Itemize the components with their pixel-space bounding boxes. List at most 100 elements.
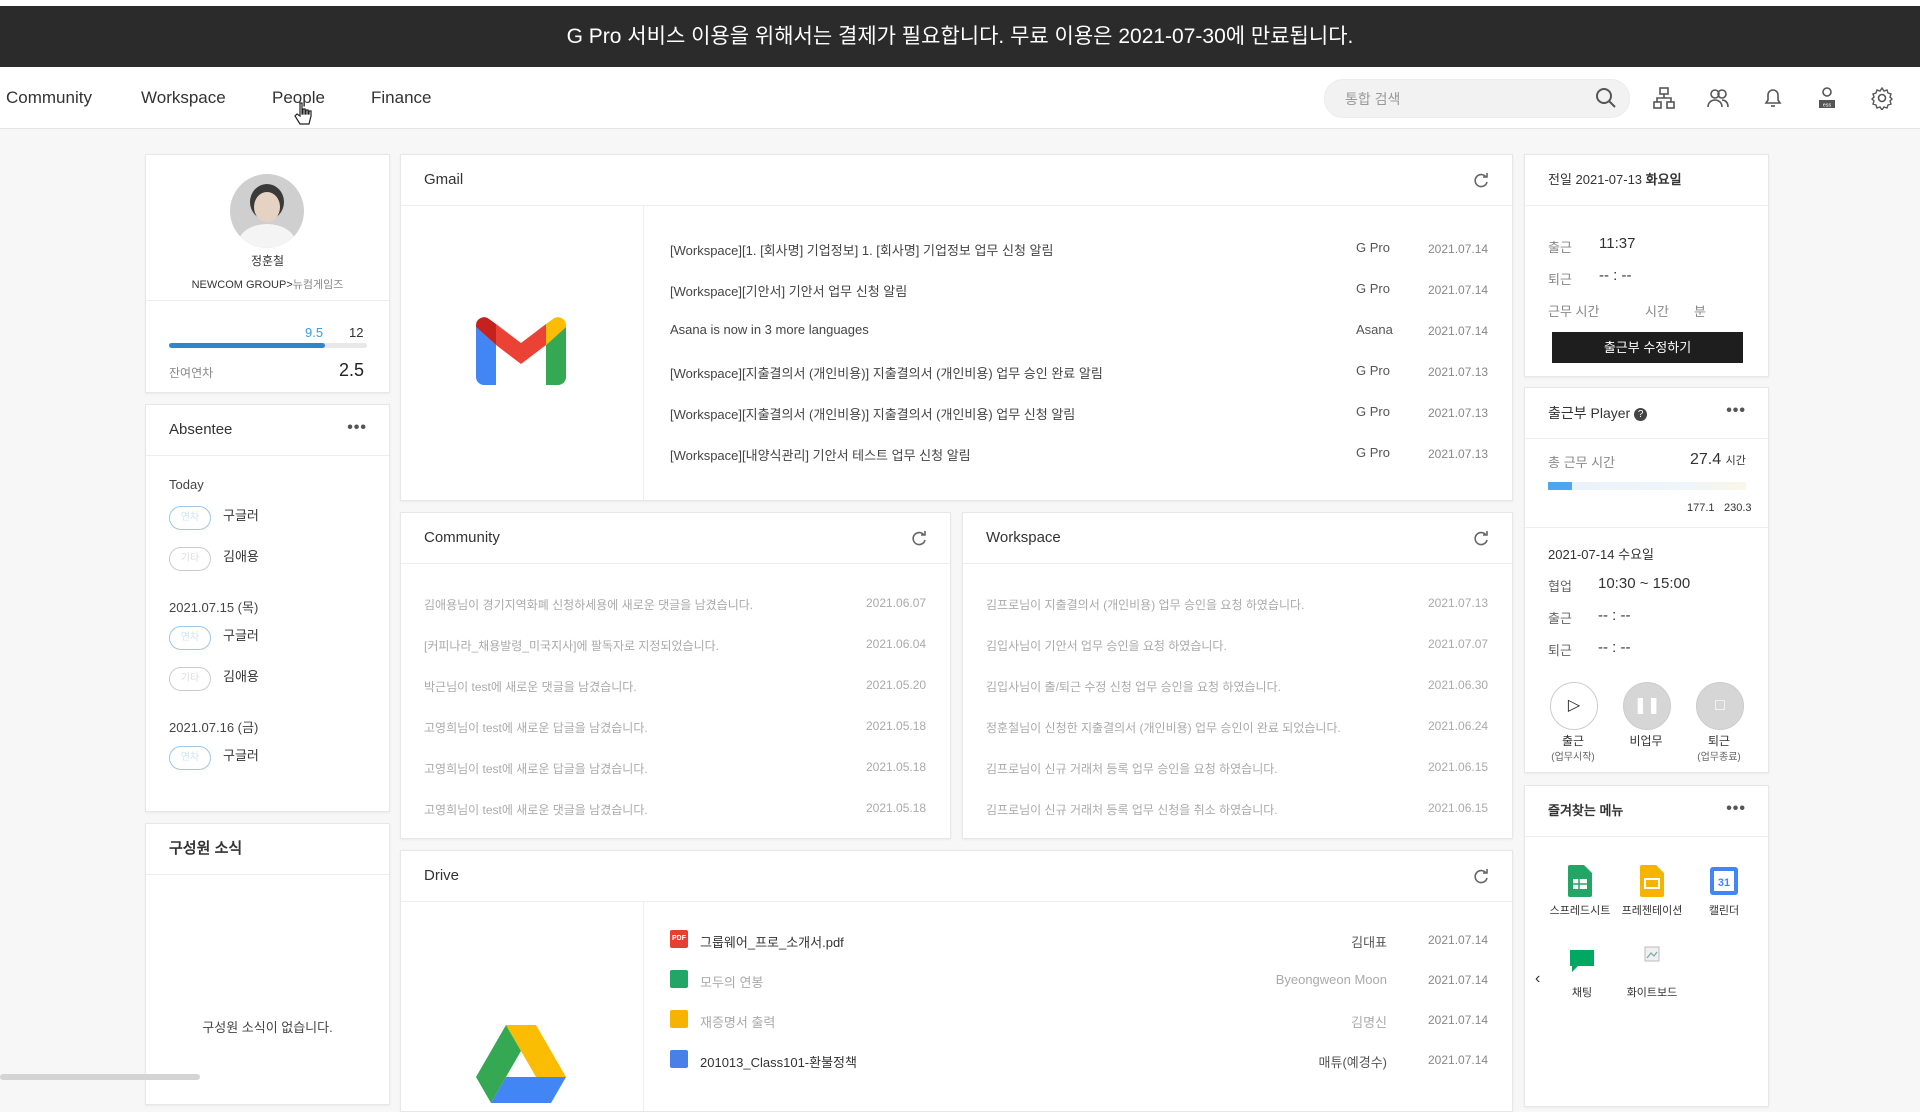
absentee-date-label: 2021.07.15 (목) (169, 600, 259, 615)
edit-attendance-button[interactable]: 출근부 수정하기 (1552, 332, 1743, 363)
total-work-value: 27.4 (1690, 451, 1722, 468)
drive-card: Drive PDF 그룹웨어_프로_소개서.pdf 김대표 2021.07.14 모두의… (400, 850, 1513, 1112)
fav-chat[interactable]: 채팅 (1547, 986, 1617, 1000)
feed-date: 2021.06.07 (866, 596, 927, 610)
mail-subject[interactable]: [Workspace][지출결의서 (개인비용)] 지출결의서 (개인비용) 업… (670, 363, 1103, 382)
calendar-app-icon[interactable]: 31 (1710, 867, 1738, 895)
feed-item[interactable]: 고영희님이 test에 새로운 답글을 남겼습니다. (424, 719, 648, 736)
absentee-date-label: Today (169, 477, 204, 492)
workspace-title: Workspace (986, 529, 1061, 546)
org-main: NEWCOM GROUP> (191, 279, 293, 291)
refresh-icon[interactable] (1472, 171, 1490, 189)
absentee-entry[interactable]: 기타 김애용 (169, 544, 259, 571)
mail-date: 2021.07.13 (1428, 406, 1489, 420)
feed-item[interactable]: 정훈철님이 신청한 지출결의서 (개인비용) 업무 승인이 완료 되었습니다. (986, 719, 1341, 736)
total-work-label: 총 근무 시간 (1548, 455, 1616, 470)
drive-file-name[interactable]: 201013_Class101-환불정책 (700, 1052, 857, 1071)
mail-subject[interactable]: Asana is now in 3 more languages (670, 322, 869, 337)
cursor-icon (294, 102, 312, 125)
feed-date: 2021.06.15 (1428, 760, 1489, 774)
nav-community[interactable]: Community (6, 67, 92, 128)
feed-item[interactable]: 박근님이 test에 새로운 댓글을 남겼습니다. (424, 678, 637, 695)
player-row-value: -- : -- (1598, 639, 1631, 656)
drive-file-name[interactable]: 모두의 연봉 (700, 972, 763, 991)
global-search[interactable] (1324, 79, 1630, 118)
sheets-app-icon[interactable] (1568, 865, 1592, 897)
feed-item[interactable]: 김입사님이 기안서 업무 승인을 요청 하였습니다. (986, 637, 1227, 654)
leave-total: 12 (349, 325, 364, 340)
feed-date: 2021.05.18 (866, 719, 927, 733)
avatar[interactable] (230, 174, 304, 248)
drive-file-name[interactable]: 재증명서 출력 (700, 1012, 775, 1031)
absentee-entry[interactable]: 연차 구글러 (169, 623, 259, 650)
player-title: 출근부 Player (1548, 405, 1631, 421)
absentee-entry[interactable]: 연차 구글러 (169, 503, 259, 530)
drive-file-owner: 김명신 (1351, 1015, 1387, 1030)
horizontal-scrollbar[interactable] (0, 1074, 200, 1080)
leave-type-badge: 연차 (169, 746, 211, 770)
leave-type-badge: 기타 (169, 667, 211, 691)
mail-subject[interactable]: [Workspace][지출결의서 (개인비용)] 지출결의서 (개인비용) 업… (670, 404, 1075, 423)
members-title: 구성원 소식 (169, 840, 243, 857)
feed-item[interactable]: 김프로님이 신규 거래처 등록 업무 신청을 취소 하였습니다. (986, 801, 1278, 818)
users-icon[interactable] (1706, 86, 1730, 110)
feed-item[interactable]: 김프로님이 지출결의서 (개인비용) 업무 승인을 요청 하였습니다. (986, 596, 1304, 613)
player-date: 2021-07-14 수요일 (1548, 547, 1654, 562)
work-time-label: 근무 시간 (1548, 304, 1600, 319)
slides-app-icon[interactable] (1640, 865, 1664, 897)
refresh-icon[interactable] (910, 529, 928, 547)
more-icon[interactable]: ••• (347, 419, 367, 437)
feed-item[interactable]: 김입사님이 출/퇴근 수정 신청 업무 승인을 요청 하였습니다. (986, 678, 1281, 695)
mail-date: 2021.07.13 (1428, 447, 1489, 461)
mail-date: 2021.07.13 (1428, 365, 1489, 379)
refresh-icon[interactable] (1472, 867, 1490, 885)
feed-item[interactable]: 고영희님이 test에 새로운 댓글을 남겼습니다. (424, 801, 648, 818)
feed-item[interactable]: 김프로님이 신규 거래처 등록 업무 승인을 요청 하였습니다. (986, 760, 1278, 777)
search-input[interactable] (1343, 88, 1587, 110)
fav-slides[interactable]: 프레젠테이션 (1617, 904, 1687, 918)
fav-calendar[interactable]: 캘린더 (1689, 904, 1759, 918)
remaining-value: 2.5 (339, 360, 365, 380)
bell-icon[interactable] (1761, 86, 1785, 110)
mail-subject[interactable]: [Workspace][기안서] 기안서 업무 신청 알림 (670, 281, 907, 300)
svg-text:31: 31 (1718, 877, 1730, 889)
nav-workspace[interactable]: Workspace (141, 67, 226, 128)
more-icon[interactable]: ••• (1726, 800, 1746, 818)
whiteboard-app-icon[interactable] (1644, 946, 1660, 962)
gmail-logo-icon (476, 317, 566, 385)
attendance-day: 화요일 (1645, 172, 1682, 187)
drive-file-owner: Byeongweon Moon (1275, 972, 1387, 987)
banner-text: G Pro 서비스 이용을 위해서는 결제가 필요합니다. 무료 이용은 202… (566, 25, 1354, 48)
search-icon[interactable] (1595, 87, 1617, 109)
fav-whiteboard[interactable]: 화이트보드 (1617, 986, 1687, 1000)
feed-item[interactable]: 김애용님이 경기지역화폐 신청하세용에 새로운 댓글을 남겼습니다. (424, 596, 753, 613)
end-work-button[interactable]: □ (1696, 682, 1744, 730)
feed-item[interactable]: [커피나라_채용발령_미국지사]에 팔독자로 지정되었습니다. (424, 637, 719, 654)
mail-sender: G Pro (1356, 363, 1390, 378)
more-icon[interactable]: ••• (1726, 402, 1746, 420)
chevron-left-icon[interactable]: ‹ (1535, 970, 1540, 988)
refresh-icon[interactable] (1472, 529, 1490, 547)
gear-icon[interactable] (1870, 86, 1894, 110)
attendance-date: 전일 2021-07-13 (1548, 172, 1646, 187)
ess-profile-icon[interactable]: ess (1815, 86, 1839, 110)
start-work-button[interactable]: ▷ (1550, 682, 1598, 730)
chat-app-icon[interactable] (1568, 946, 1596, 974)
drive-file-date: 2021.07.14 (1428, 1013, 1489, 1027)
absentee-entry[interactable]: 기타 김애용 (169, 664, 259, 691)
absentee-entry[interactable]: 연차 구글러 (169, 743, 259, 770)
help-icon[interactable]: ? (1634, 407, 1648, 421)
non-work-button[interactable]: ❚❚ (1623, 682, 1671, 730)
absentee-name: 구글러 (223, 508, 259, 523)
total-work-unit: 시간 (1725, 455, 1746, 467)
leave-type-badge: 연차 (169, 506, 211, 530)
mail-date: 2021.07.14 (1428, 283, 1489, 297)
mail-subject[interactable]: [Workspace][내양식관리] 기안서 테스트 업무 신청 알림 (670, 445, 971, 464)
google-drive-logo-icon (476, 1025, 566, 1103)
feed-item[interactable]: 고영희님이 test에 새로운 답글을 남겼습니다. (424, 760, 648, 777)
nav-finance[interactable]: Finance (371, 67, 431, 128)
org-chart-icon[interactable] (1652, 86, 1676, 110)
mail-subject[interactable]: [Workspace][1. [회사명] 기업정보] 1. [회사명] 기업정보… (670, 240, 1053, 259)
drive-file-name[interactable]: 그룹웨어_프로_소개서.pdf (700, 932, 844, 951)
fav-sheets[interactable]: 스프레드시트 (1545, 904, 1615, 918)
